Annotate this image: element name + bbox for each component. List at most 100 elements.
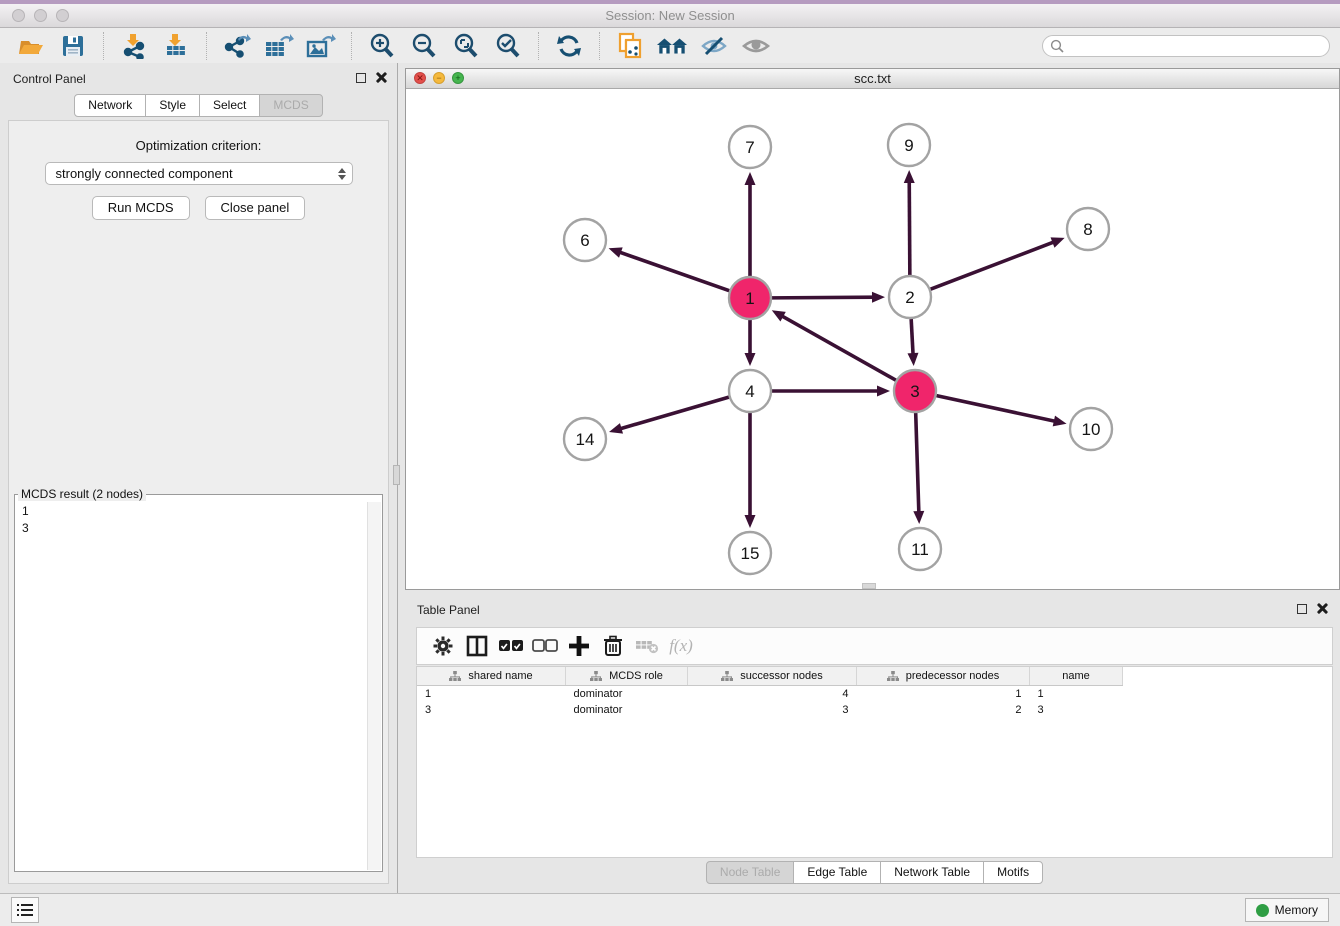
close-table-panel-icon[interactable] bbox=[1317, 603, 1328, 614]
minimize-window-icon[interactable] bbox=[34, 9, 47, 22]
search-input[interactable] bbox=[1069, 38, 1322, 54]
close-view-icon[interactable]: ✕ bbox=[414, 72, 426, 84]
float-panel-icon[interactable] bbox=[356, 73, 366, 83]
export-image-button[interactable] bbox=[305, 31, 337, 61]
open-session-button[interactable] bbox=[15, 31, 47, 61]
canvas-resize-grip[interactable] bbox=[862, 583, 876, 589]
add-row-button[interactable] bbox=[562, 631, 596, 661]
zoom-fit-button[interactable] bbox=[450, 31, 482, 61]
split-view-button[interactable] bbox=[460, 631, 494, 661]
table-row[interactable]: 1dominator411 bbox=[417, 686, 1123, 703]
table-cell[interactable]: dominator bbox=[566, 686, 688, 703]
refresh-icon bbox=[556, 33, 582, 59]
delete-row-button[interactable] bbox=[596, 631, 630, 661]
graph-edge-3-11[interactable] bbox=[916, 413, 919, 514]
select-all-button[interactable] bbox=[494, 631, 528, 661]
panel-splitter-handle[interactable] bbox=[393, 465, 400, 485]
export-table-button[interactable] bbox=[263, 31, 295, 61]
graph-edge-1-2[interactable] bbox=[772, 297, 875, 298]
home-button[interactable] bbox=[656, 31, 688, 61]
run-mcds-button[interactable]: Run MCDS bbox=[92, 196, 190, 220]
task-history-button[interactable] bbox=[11, 897, 39, 923]
table-tab-edge-table[interactable]: Edge Table bbox=[793, 861, 881, 884]
node-label: 15 bbox=[741, 544, 760, 563]
network-canvas[interactable]: 7968124314101511 bbox=[406, 89, 1339, 589]
float-table-panel-icon[interactable] bbox=[1297, 604, 1307, 614]
close-window-icon[interactable] bbox=[12, 9, 25, 22]
import-network-button[interactable] bbox=[118, 31, 150, 61]
column-header-name[interactable]: name bbox=[1030, 667, 1123, 686]
copy-style-button[interactable] bbox=[614, 31, 646, 61]
table-tab-node-table[interactable]: Node Table bbox=[706, 861, 795, 884]
tab-select[interactable]: Select bbox=[199, 94, 260, 117]
graph-edge-2-9[interactable] bbox=[909, 180, 910, 275]
memory-button[interactable]: Memory bbox=[1245, 898, 1329, 922]
tab-style[interactable]: Style bbox=[145, 94, 200, 117]
save-session-button[interactable] bbox=[57, 31, 89, 61]
toolbar-separator bbox=[206, 32, 207, 60]
network-canvas-svg[interactable]: 7968124314101511 bbox=[406, 89, 1339, 589]
window-controls[interactable] bbox=[12, 9, 69, 22]
tab-network[interactable]: Network bbox=[74, 94, 146, 117]
table-cell[interactable]: 4 bbox=[688, 686, 857, 703]
edge-arrowhead bbox=[745, 515, 756, 528]
eye-slash-icon bbox=[700, 35, 728, 57]
zoom-fit-icon bbox=[453, 33, 479, 59]
table-cell[interactable]: dominator bbox=[566, 702, 688, 718]
network-window-titlebar[interactable]: ✕ − + scc.txt bbox=[406, 69, 1339, 89]
close-panel-button[interactable]: Close panel bbox=[205, 196, 306, 220]
minimize-view-icon[interactable]: − bbox=[433, 72, 445, 84]
zoom-out-button[interactable] bbox=[408, 31, 440, 61]
column-header-shared-name[interactable]: shared name bbox=[417, 667, 566, 686]
column-header-successor-nodes[interactable]: successor nodes bbox=[688, 667, 857, 686]
search-box[interactable] bbox=[1042, 35, 1330, 57]
node-table[interactable]: shared nameMCDS rolesuccessor nodesprede… bbox=[416, 666, 1333, 858]
apply-layout-button[interactable] bbox=[553, 31, 585, 61]
node-label: 7 bbox=[745, 138, 754, 157]
table-row[interactable]: 3dominator323 bbox=[417, 702, 1123, 718]
graph-edge-4-14[interactable] bbox=[619, 397, 729, 429]
column-header-predecessor-nodes[interactable]: predecessor nodes bbox=[857, 667, 1030, 686]
function-builder-button[interactable]: f(x) bbox=[664, 631, 698, 661]
table-cell[interactable]: 1 bbox=[417, 686, 566, 703]
node-label: 14 bbox=[576, 430, 595, 449]
clear-table-button[interactable] bbox=[630, 631, 664, 661]
hide-selected-button[interactable] bbox=[698, 31, 730, 61]
table-cell[interactable]: 3 bbox=[417, 702, 566, 718]
zoom-window-icon[interactable] bbox=[56, 9, 69, 22]
deselect-all-button[interactable] bbox=[528, 631, 562, 661]
network-title: scc.txt bbox=[854, 71, 891, 86]
workspace: ✕ − + scc.txt 7968124314101511 Table Pan… bbox=[398, 63, 1340, 893]
close-panel-icon[interactable] bbox=[376, 72, 387, 83]
table-tab-network-table[interactable]: Network Table bbox=[880, 861, 984, 884]
edge-arrowhead bbox=[745, 353, 756, 366]
zoom-in-button[interactable] bbox=[366, 31, 398, 61]
column-header-mcds-role[interactable]: MCDS role bbox=[566, 667, 688, 686]
criterion-select[interactable]: strongly connected component bbox=[45, 162, 353, 185]
import-table-button[interactable] bbox=[160, 31, 192, 61]
houses-icon bbox=[656, 34, 688, 58]
export-network-button[interactable] bbox=[221, 31, 253, 61]
table-cell[interactable]: 1 bbox=[1030, 686, 1123, 703]
table-settings-button[interactable] bbox=[426, 631, 460, 661]
eye-icon bbox=[742, 36, 770, 56]
table-cell[interactable]: 3 bbox=[1030, 702, 1123, 718]
table-cell[interactable]: 1 bbox=[857, 686, 1030, 703]
criterion-value: strongly connected component bbox=[56, 166, 233, 181]
table-tab-motifs[interactable]: Motifs bbox=[983, 861, 1043, 884]
result-scrollbar[interactable] bbox=[367, 502, 381, 870]
trash-icon bbox=[603, 635, 623, 657]
graph-edge-3-10[interactable] bbox=[937, 396, 1057, 422]
maximize-view-icon[interactable]: + bbox=[452, 72, 464, 84]
tab-mcds[interactable]: MCDS bbox=[259, 94, 322, 117]
zoom-selected-button[interactable] bbox=[492, 31, 524, 61]
graph-edge-1-6[interactable] bbox=[618, 252, 729, 291]
main-toolbar bbox=[0, 28, 1340, 64]
table-cell[interactable]: 2 bbox=[857, 702, 1030, 718]
graph-edge-2-8[interactable] bbox=[931, 241, 1056, 289]
show-all-button[interactable] bbox=[740, 31, 772, 61]
graph-edge-3-1[interactable] bbox=[780, 315, 895, 380]
graph-edge-2-3[interactable] bbox=[911, 319, 913, 356]
table-cell[interactable]: 3 bbox=[688, 702, 857, 718]
node-label: 11 bbox=[911, 540, 929, 559]
